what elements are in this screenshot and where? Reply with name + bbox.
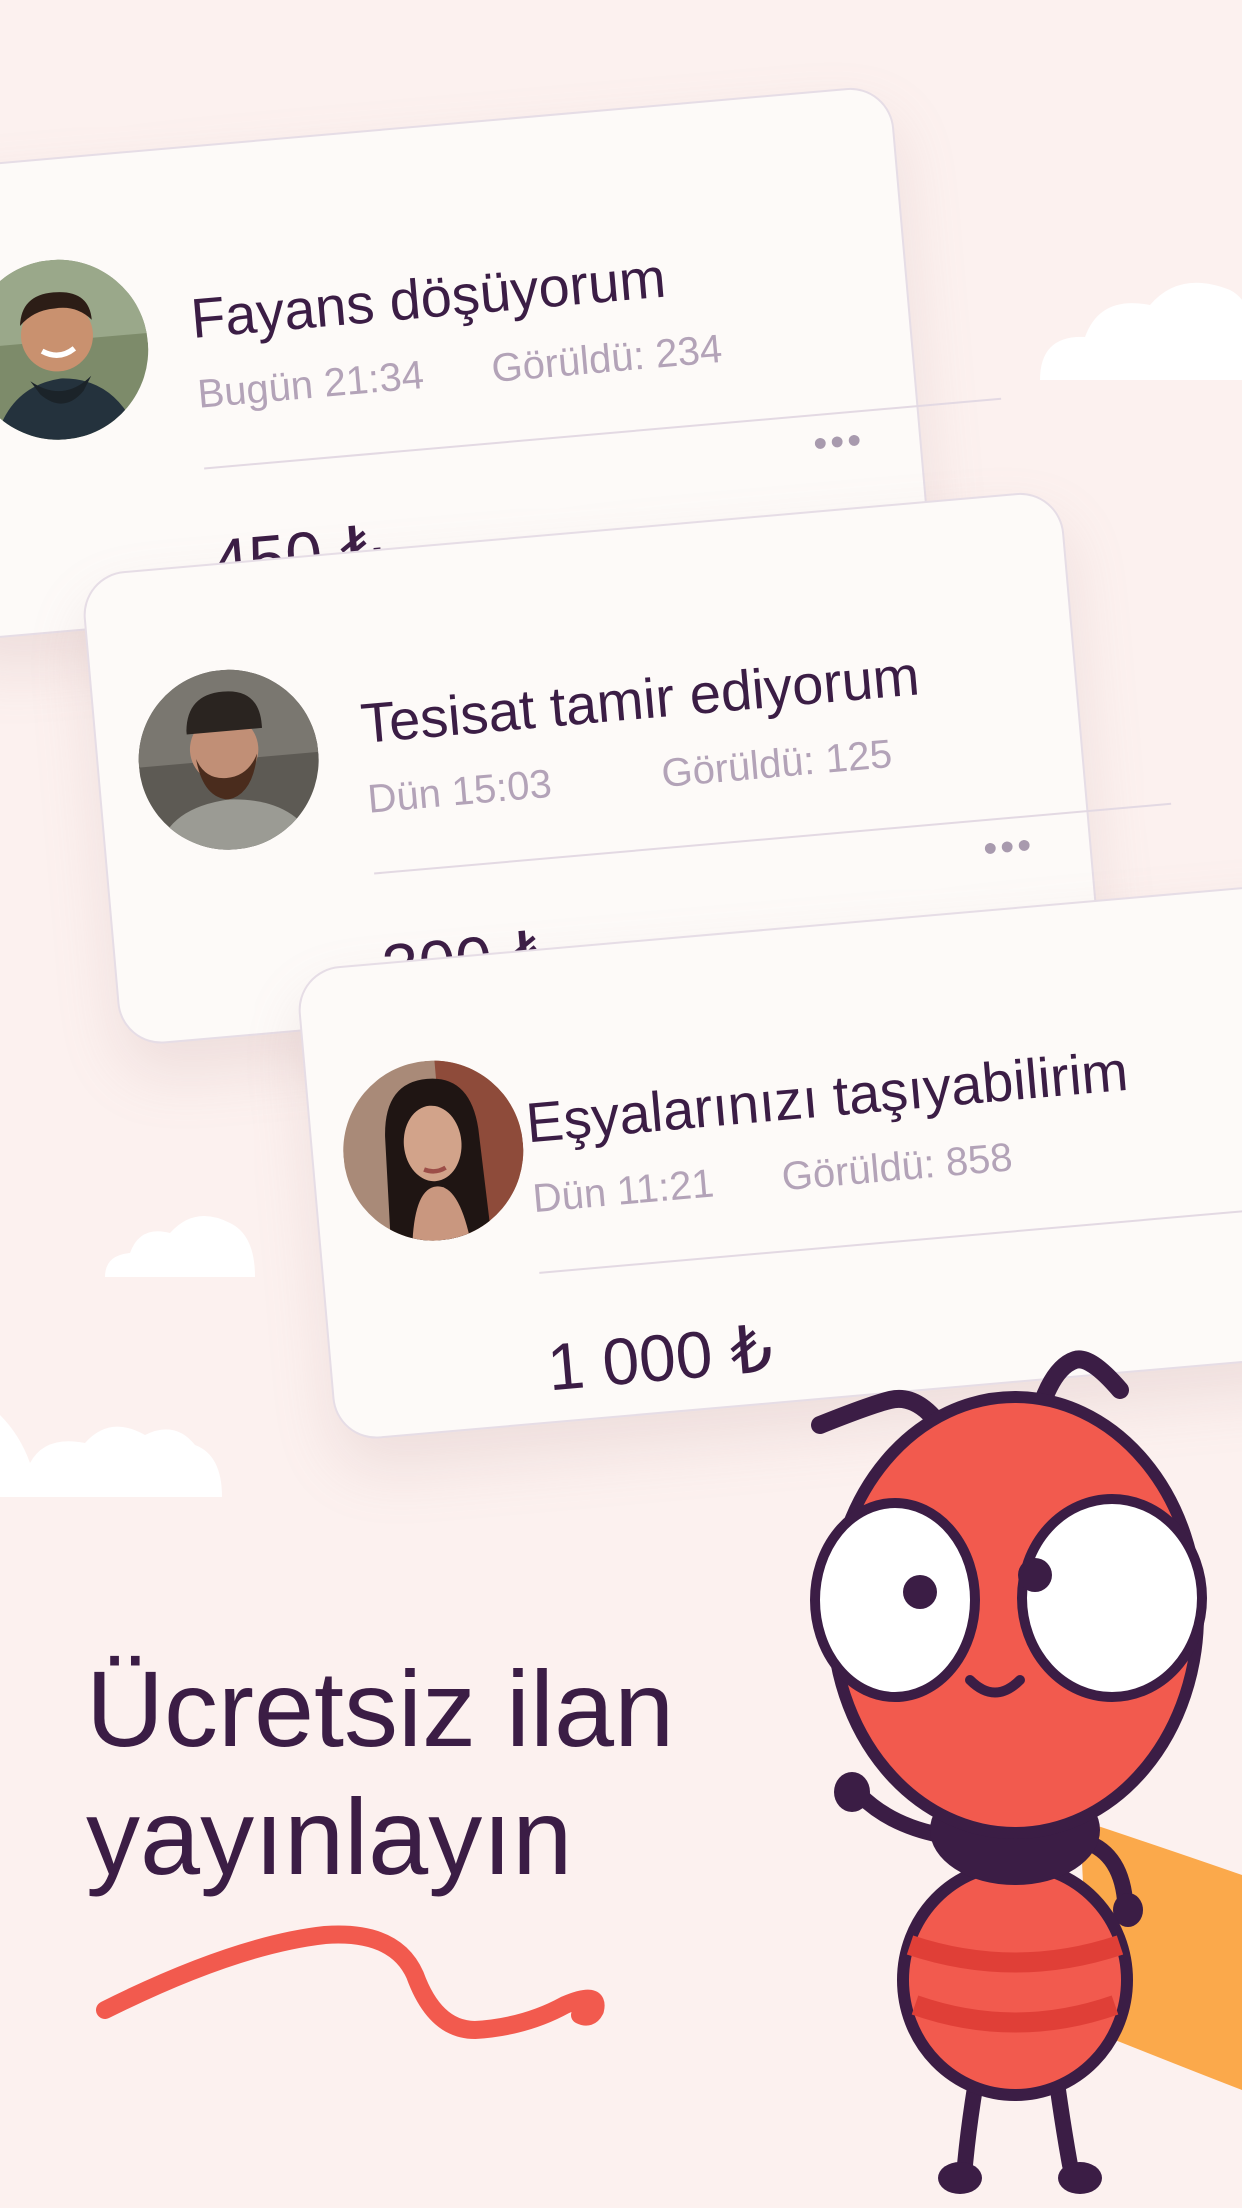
listing-date: Dün 15:03 <box>365 761 554 822</box>
user-avatar-woman-icon <box>335 1053 531 1249</box>
cloud-icon <box>1040 282 1242 380</box>
divider <box>374 802 1172 875</box>
promo-screen: Fayans döşüyorum Bugün 21:34 Görüldü: 23… <box>0 0 1242 2208</box>
squiggle-decoration-icon <box>96 1925 605 2039</box>
more-options-icon[interactable]: ••• <box>811 418 866 466</box>
headline: Ücretsiz ilan yayınlayın <box>86 1645 674 1901</box>
ant-mascot-icon <box>810 1350 1242 2194</box>
divider <box>204 397 1002 470</box>
user-avatar-man-beanie-icon <box>131 662 327 858</box>
listing-date: Bugün 21:34 <box>195 353 426 417</box>
listing-title: Eşyalarınızı taşıyabilirim <box>523 1038 1131 1155</box>
cloud-icon <box>105 1215 255 1277</box>
listing-title: Fayans döşüyorum <box>188 245 669 350</box>
user-avatar-man-smiling-icon <box>0 252 156 448</box>
more-options-icon[interactable]: ••• <box>981 823 1036 871</box>
listing-views: Görüldü: 234 <box>489 326 724 391</box>
listing-price: 1 000 ₺ <box>544 1310 776 1405</box>
cloud-icon <box>0 1415 222 1497</box>
listing-views: Görüldü: 858 <box>780 1135 1015 1200</box>
listing-views: Görüldü: 125 <box>659 731 894 796</box>
headline-line-1: Ücretsiz ilan <box>86 1648 675 1769</box>
headline-line-2: yayınlayın <box>86 1776 573 1897</box>
listing-date: Dün 11:21 <box>530 1161 716 1222</box>
